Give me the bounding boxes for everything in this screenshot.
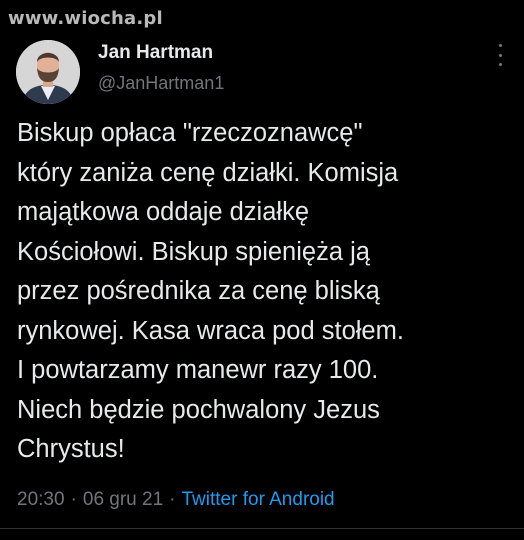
tweet-card: Jan Hartman @JanHartman1 Biskup opłaca "… [0,0,524,540]
tweet-time[interactable]: 20:30 [17,489,65,510]
tweet-text-line: Biskup opłaca "rzeczoznawcę" [17,119,363,147]
divider [0,528,524,529]
tweet-text-line: Chrystus! [17,435,125,463]
tweet-text: Biskup opłaca "rzeczoznawcę" który zaniż… [17,114,517,470]
tweet-text-line: majątkowa oddaje działkę [17,198,310,226]
more-dots-icon [498,44,502,47]
author-display-name[interactable]: Jan Hartman [98,42,224,64]
tweet-text-line: I powtarzamy manewr razy 100. [17,356,379,384]
avatar[interactable] [16,40,80,104]
tweet-text-line: przez pośrednika za cenę bliską [17,277,380,305]
more-dots-icon [498,53,502,57]
more-options-button[interactable] [496,44,504,66]
tweet-metadata: 20:30 · 06 gru 21 · Twitter for Android [17,488,335,512]
meta-separator: · [70,489,77,510]
tweet-source-link[interactable]: Twitter for Android [182,489,335,510]
more-dots-icon [498,63,502,66]
meta-separator: · [169,489,176,510]
tweet-text-line: Niech będzie pochwalony Jezus [17,395,380,424]
tweet-text-line: który zaniża cenę działki. Komisja [17,158,399,187]
tweet-text-line: Kościołowi. Biskup spienięża ją [17,237,370,266]
tweet-text-line: rynkowej. Kasa wraca pod stołem. [17,316,404,345]
author-handle[interactable]: @JanHartman1 [98,72,224,94]
tweet-date[interactable]: 06 gru 21 [83,489,163,510]
author-info: Jan Hartman @JanHartman1 [98,42,224,94]
avatar-image [16,40,80,104]
